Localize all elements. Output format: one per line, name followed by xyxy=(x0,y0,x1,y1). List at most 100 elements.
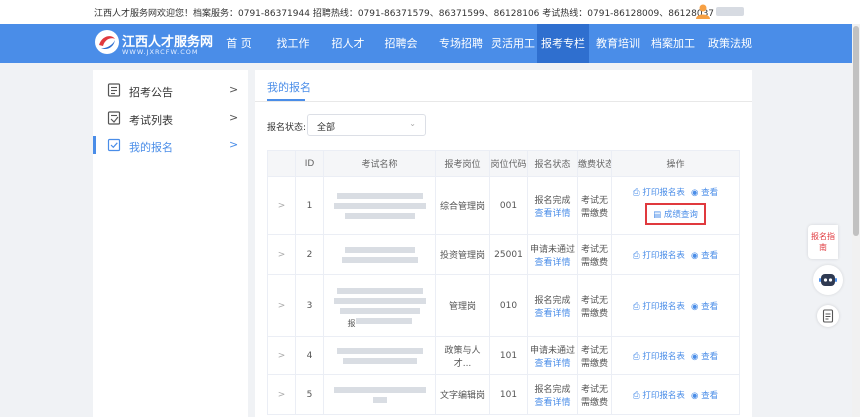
row-expand-icon[interactable]: > xyxy=(278,250,286,260)
eye-icon: ◉ xyxy=(690,390,699,401)
nav-flexible-employment[interactable]: 灵活用工 xyxy=(488,24,538,63)
row-expand-icon[interactable]: > xyxy=(278,201,286,211)
chevron-right-icon: > xyxy=(229,111,239,124)
announcement-doc-icon xyxy=(107,83,121,97)
scrollbar-thumb[interactable] xyxy=(853,26,859,236)
page-scrollbar[interactable] xyxy=(852,24,860,417)
status-text: 报名完成 xyxy=(534,295,571,306)
printer-icon: ⎙ xyxy=(632,301,640,312)
cell-actions: ⎙ 打印报名表 ◉ 查看 xyxy=(611,336,740,375)
cell-actions: ⎙ 打印报名表 ◉ 查看 xyxy=(611,234,740,275)
sidebar-item-exam-list[interactable]: 考试列表 > xyxy=(93,104,248,132)
chatbot-icon xyxy=(819,274,837,286)
site-logo[interactable]: 江西人才服务网 WWW.JXRCFW.COM xyxy=(94,28,226,60)
score-query-button[interactable]: ▤ 成绩查询 xyxy=(645,203,706,225)
feedback-button[interactable] xyxy=(817,305,839,327)
print-form-button[interactable]: ⎙ 打印报名表 xyxy=(633,391,685,401)
sidebar-item-announcements[interactable]: 招考公告 > xyxy=(93,76,248,104)
top-info-bar: 江西人才服务网欢迎您！档案服务：0791-86371944 招聘热线：0791-… xyxy=(0,0,860,24)
cell-post-code: 25001 xyxy=(489,234,528,275)
nav-archive-processing[interactable]: 档案加工 xyxy=(648,24,698,63)
eye-icon: ◉ xyxy=(690,351,699,362)
table-row: > 1 综合管理岗 001 报名完成 查看详情 考试无需缴费 ⎙ 打印报名表 ◉ … xyxy=(267,176,740,235)
cell-status: 报名完成 查看详情 xyxy=(527,274,578,337)
eye-icon: ◉ xyxy=(690,301,699,312)
table-row: > 5 文字编辑岗 101 报名完成 查看详情 考试无需缴费 ⎙ 打印报名表 ◉ … xyxy=(267,374,740,415)
cell-post: 综合管理岗 xyxy=(435,176,490,235)
cell-status: 报名完成 查看详情 xyxy=(527,374,578,415)
clipboard-icon xyxy=(822,309,834,323)
cell-exam-name xyxy=(323,234,436,275)
view-button[interactable]: ◉ 查看 xyxy=(691,302,718,312)
logo-site-url: WWW.JXRCFW.COM xyxy=(122,48,199,56)
chatbot-button[interactable] xyxy=(813,265,843,295)
sidebar-item-my-registration[interactable]: 我的报名 > xyxy=(93,131,248,159)
nav-find-job[interactable]: 找工作 xyxy=(268,24,318,63)
registration-status-select[interactable]: 全部 ⌄ xyxy=(307,114,426,136)
select-value: 全部 xyxy=(317,123,336,133)
cell-exam-name xyxy=(323,336,436,375)
print-form-button[interactable]: ⎙ 打印报名表 xyxy=(633,352,685,362)
cell-id: 1 xyxy=(295,176,324,235)
main-navbar: 江西人才服务网 WWW.JXRCFW.COM 首 页 找工作 招人才 招聘会 专… xyxy=(0,24,860,63)
print-form-button[interactable]: ⎙ 打印报名表 xyxy=(633,302,685,312)
username-blurred[interactable] xyxy=(716,7,744,16)
col-header-post-code: 岗位代码 xyxy=(489,150,528,177)
chevron-down-icon: ⌄ xyxy=(409,119,416,128)
nav-job-fair[interactable]: 招聘会 xyxy=(375,24,427,63)
registration-table: ID 考试名称 报考岗位 岗位代码 报名状态 缴费状态 操作 > 1 综合管理岗 xyxy=(267,150,740,415)
view-button[interactable]: ◉ 查看 xyxy=(691,352,718,362)
cell-post-code: 001 xyxy=(489,176,528,235)
cell-status: 申请未通过 查看详情 xyxy=(527,336,578,375)
page-title: 我的报名 xyxy=(267,81,311,94)
row-expand-icon[interactable]: > xyxy=(278,390,286,400)
nav-education-training[interactable]: 教育培训 xyxy=(593,24,643,63)
view-detail-link[interactable]: 查看详情 xyxy=(529,395,577,408)
cell-post-code: 010 xyxy=(489,274,528,337)
printer-icon: ⎙ xyxy=(632,188,640,198)
cell-fee: 考试无需缴费 xyxy=(577,176,612,235)
table-row: > 3 报 管理岗 010 报名完成 查看详情 考试无需缴费 ⎙ 打印报名表 ◉ … xyxy=(267,274,740,337)
registration-guide-button[interactable]: 报名指南 xyxy=(808,225,838,259)
col-header-actions: 操作 xyxy=(611,150,740,177)
service-hotline-text: 江西人才服务网欢迎您！档案服务：0791-86371944 招聘热线：0791-… xyxy=(94,9,715,19)
cell-actions: ⎙ 打印报名表 ◉ 查看 ▤ 成绩查询 xyxy=(611,176,740,235)
sidebar: 招考公告 > 考试列表 > 我的报名 > xyxy=(93,70,248,417)
table-header-row: ID 考试名称 报考岗位 岗位代码 报名状态 缴费状态 操作 xyxy=(267,150,740,177)
cell-exam-name: 报 xyxy=(323,274,436,337)
nav-home[interactable]: 首 页 xyxy=(214,24,264,63)
view-detail-link[interactable]: 查看详情 xyxy=(529,206,577,219)
sidebar-item-label: 我的报名 xyxy=(129,141,173,154)
col-header-id: ID xyxy=(295,150,324,177)
view-button[interactable]: ◉ 查看 xyxy=(691,188,718,198)
cell-post-code: 101 xyxy=(489,374,528,415)
nav-exam-column[interactable]: 报考专栏 xyxy=(537,24,589,63)
cell-status: 报名完成 查看详情 xyxy=(527,176,578,235)
row-expand-icon[interactable]: > xyxy=(278,351,286,361)
row-expand-icon[interactable]: > xyxy=(278,301,286,311)
print-form-button[interactable]: ⎙ 打印报名表 xyxy=(633,251,685,261)
cell-post: 文字编辑岗 xyxy=(435,374,490,415)
view-button[interactable]: ◉ 查看 xyxy=(691,391,718,401)
cell-fee: 考试无需缴费 xyxy=(577,274,612,337)
status-text: 申请未通过 xyxy=(529,244,575,255)
cell-fee: 考试无需缴费 xyxy=(577,374,612,415)
nav-recruit-talent[interactable]: 招人才 xyxy=(323,24,373,63)
print-form-button[interactable]: ⎙ 打印报名表 xyxy=(633,188,685,198)
filter-label: 报名状态: xyxy=(267,123,307,133)
view-detail-link[interactable]: 查看详情 xyxy=(529,356,577,369)
nav-policies-regulations[interactable]: 政策法规 xyxy=(704,24,756,63)
view-button[interactable]: ◉ 查看 xyxy=(691,251,718,261)
view-detail-link[interactable]: 查看详情 xyxy=(529,306,577,319)
user-avatar-icon[interactable] xyxy=(696,4,710,19)
col-header-exam-name: 考试名称 xyxy=(323,150,436,177)
sidebar-item-label: 招考公告 xyxy=(129,86,173,99)
nav-special-recruitment[interactable]: 专场招聘 xyxy=(432,24,490,63)
cell-status: 申请未通过 查看详情 xyxy=(527,234,578,275)
view-detail-link[interactable]: 查看详情 xyxy=(529,255,577,268)
cell-post: 投资管理岗 xyxy=(435,234,490,275)
cell-id: 3 xyxy=(295,274,324,337)
cell-fee: 考试无需缴费 xyxy=(577,234,612,275)
cell-fee: 考试无需缴费 xyxy=(577,336,612,375)
printer-icon: ⎙ xyxy=(632,351,640,362)
